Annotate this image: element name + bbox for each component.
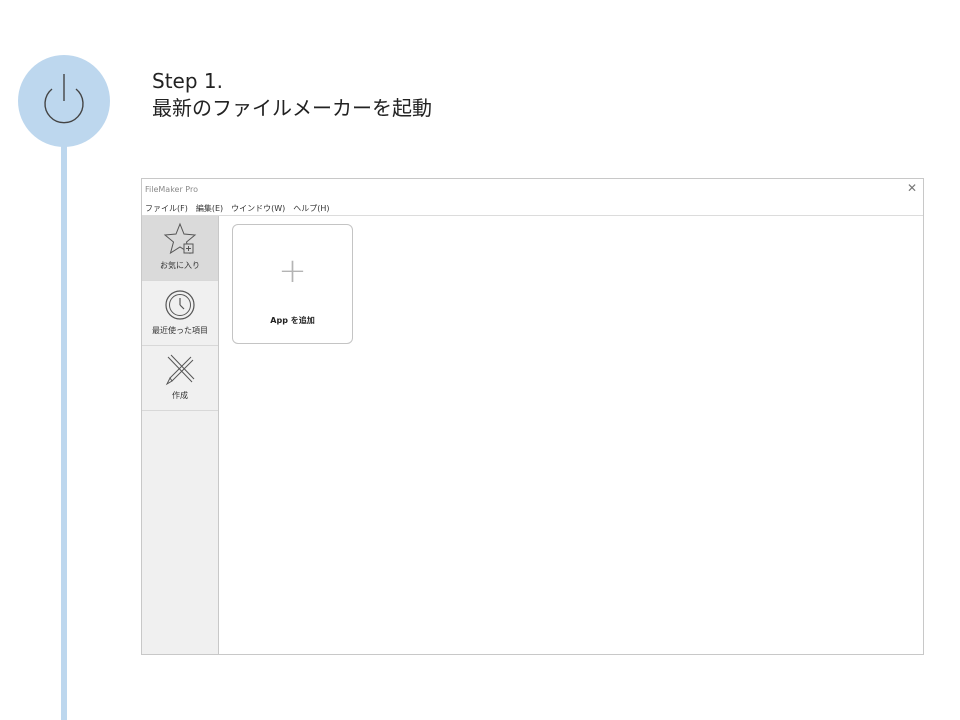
close-icon[interactable]: ✕ [905,181,919,195]
pencil-ruler-icon [165,354,195,386]
main-content: + App を追加 [219,216,923,654]
sidebar-item-label: お気に入り [160,261,200,270]
add-app-label: App を追加 [270,316,315,325]
window-titlebar: FileMaker Pro ✕ [142,179,923,201]
menu-bar: ファイル(F) 編集(E) ウインドウ(W) ヘルプ(H) [142,201,923,216]
step-number: Step 1. [152,69,223,93]
launch-sidebar: お気に入り 最近使った項目 作成 [142,216,219,654]
sidebar-item-create[interactable]: 作成 [142,346,218,411]
menu-edit[interactable]: 編集(E) [193,203,226,214]
sidebar-item-favorites[interactable]: お気に入り [142,216,218,281]
step-description: 最新のファイルメーカーを起動 [152,96,432,120]
step-timeline-line [61,120,67,720]
plus-icon: + [278,251,307,291]
power-icon [44,74,84,124]
menu-help[interactable]: ヘルプ(H) [290,203,332,214]
window-title: FileMaker Pro [145,185,198,194]
add-app-button[interactable]: + App を追加 [232,224,353,344]
sidebar-item-label: 作成 [172,391,188,400]
step-heading: Step 1. 最新のファイルメーカーを起動 [152,68,432,122]
star-add-icon [163,222,197,255]
step-badge [18,55,110,147]
menu-file[interactable]: ファイル(F) [142,203,191,214]
sidebar-item-label: 最近使った項目 [152,326,208,335]
sidebar-item-recent[interactable]: 最近使った項目 [142,281,218,346]
clock-icon [165,290,195,320]
menu-window[interactable]: ウインドウ(W) [228,203,288,214]
filemaker-window: FileMaker Pro ✕ ファイル(F) 編集(E) ウインドウ(W) ヘ… [141,178,924,655]
